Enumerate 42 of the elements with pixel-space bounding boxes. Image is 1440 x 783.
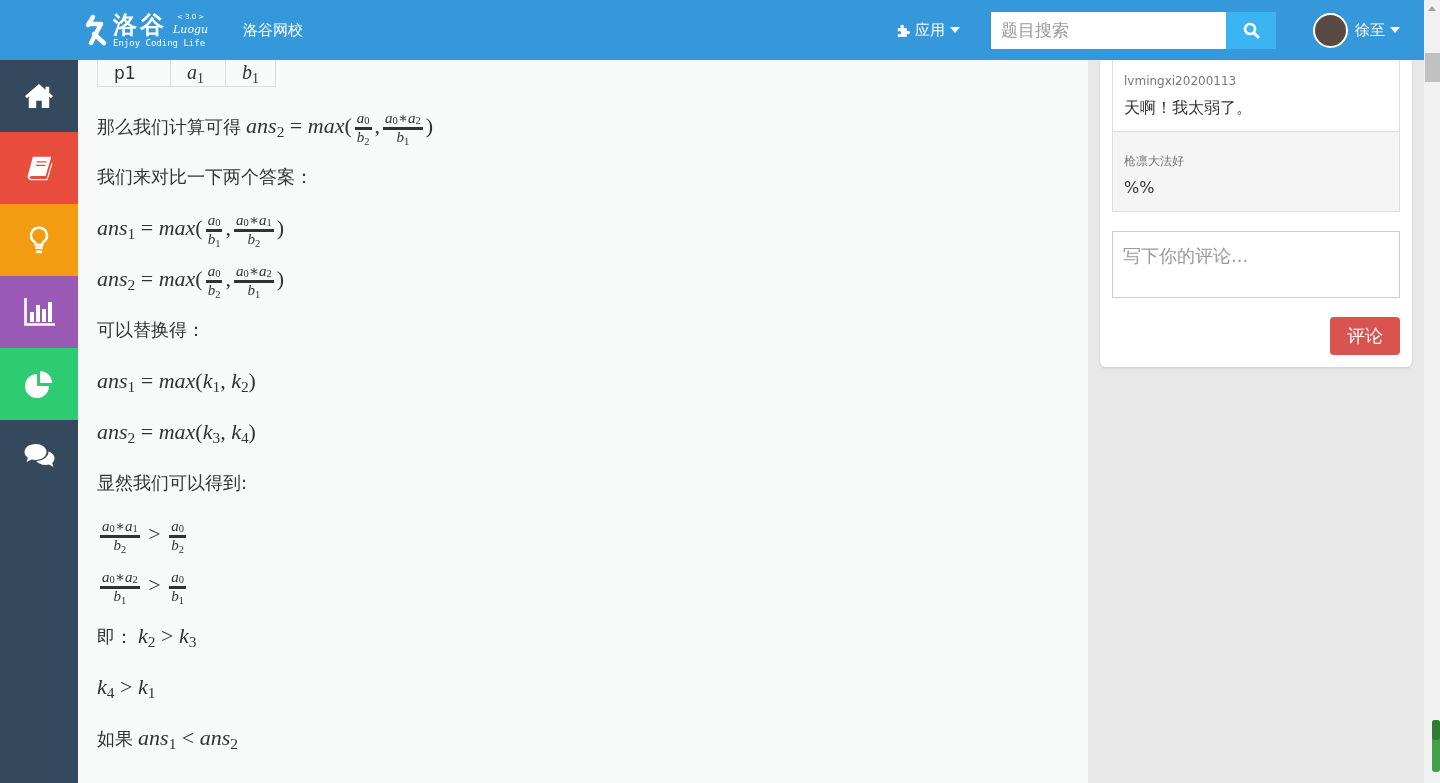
lightbulb-icon — [29, 225, 49, 255]
brand-name[interactable]: 洛谷 — [113, 11, 167, 38]
home-icon — [24, 83, 54, 109]
pie-chart-icon — [24, 369, 54, 399]
logo-icon[interactable] — [83, 13, 108, 47]
comment-author: lvmingxi20200113 — [1124, 74, 1237, 88]
table-cell: b$_{1}$ — [225, 60, 276, 87]
math-formula: ans$_{2}$ = max(k$_{3}$, k$_{4}$) — [97, 418, 256, 448]
search-field[interactable]: 题目搜索 — [991, 11, 1226, 49]
math-formula: ans$_{1}$ = max(k$_{1}$, k$_{2}$) — [97, 367, 256, 397]
paragraph-text: 如果 ans$_{1}$ < ans$_{2}$ — [97, 724, 239, 754]
paragraph-text: 我们来对比一下两个答案： — [97, 165, 313, 189]
submit-comment-button[interactable]: 评论 — [1330, 317, 1400, 355]
comment-text: %% — [1124, 177, 1155, 199]
comment-author: 枪凛大法好 — [1124, 154, 1184, 168]
comment-input[interactable]: 写下你的评论... — [1112, 231, 1400, 298]
search-button[interactable] — [1226, 11, 1276, 49]
apps-menu-button[interactable]: 应用 — [897, 20, 960, 40]
meter-icon — [1432, 720, 1440, 772]
user-menu-button[interactable]: 徐至 — [1313, 12, 1400, 48]
slogan: Enjoy Coding Life — [113, 37, 206, 49]
bar-chart-icon — [22, 297, 56, 327]
paragraph-text: 显然我们可以得到: — [97, 471, 248, 495]
brand-subtitle: Luogu — [173, 24, 209, 36]
paragraph-text: 可以替换得： — [97, 318, 205, 342]
sidebar-link[interactable] — [0, 132, 78, 204]
comment-text: 天啊！我太弱了。 — [1124, 97, 1252, 119]
caret-down-icon[interactable] — [950, 27, 960, 33]
puzzle-icon — [897, 23, 910, 37]
scrollbar-thumb[interactable] — [1425, 53, 1440, 82]
scrollbar[interactable] — [1424, 0, 1440, 783]
nav-link[interactable]: 洛谷网校 — [243, 20, 304, 40]
sidebar-link[interactable] — [0, 276, 78, 348]
search-icon — [1242, 21, 1260, 39]
caret-down-icon[interactable] — [1390, 27, 1400, 33]
avatar[interactable] — [1313, 12, 1348, 48]
math-formula: k$_{4}$ > k$_{1}$ — [97, 673, 156, 703]
table-cell: p1 — [97, 60, 171, 87]
book-icon — [25, 154, 53, 182]
paragraph-text: 即： k$_{2}$ > k$_{3}$ — [97, 622, 197, 652]
arrow-up-icon[interactable] — [1428, 6, 1436, 11]
table-cell: a$_{1}$ — [170, 60, 226, 87]
